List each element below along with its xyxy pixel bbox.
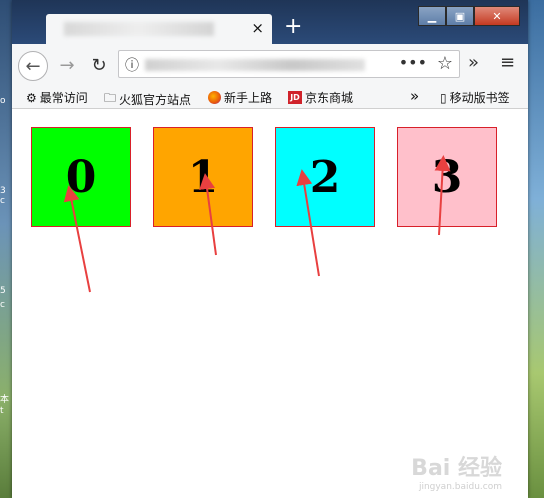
browser-window: × + ▁ ▣ ✕ ← → ↻ ⓘ ••• ☆ » ≡ ⚙ 最常访问 🗀 火狐官… [12,0,528,498]
bookmark-label: 新手上路 [224,91,273,105]
box-label: 0 [65,151,97,203]
url-bar[interactable]: ⓘ ••• ☆ [118,50,460,78]
site-info-icon[interactable]: ⓘ [125,55,139,75]
hamburger-menu-icon[interactable]: ≡ [500,52,515,73]
forward-button[interactable]: → [54,52,80,78]
new-tab-button[interactable]: + [284,14,302,40]
active-tab[interactable]: × [46,14,272,44]
desktop-right-edge [526,0,544,498]
bookmark-most-visited[interactable]: ⚙ 最常访问 [26,89,88,106]
maximize-button[interactable]: ▣ [446,6,474,26]
color-box-3: 3 [397,127,497,227]
bookmark-label: 最常访问 [39,91,88,105]
box-label: 1 [187,151,219,203]
desktop-left-edge: o 3 c 5 c 本 t [0,0,12,498]
bookmark-getting-started[interactable]: 新手上路 [208,89,272,106]
bookmark-label: 移动版书签 [449,91,510,105]
color-box-1: 1 [153,127,253,227]
mobile-bookmarks[interactable]: ▯ 移动版书签 [440,89,510,106]
bookmark-jd[interactable]: JD 京东商城 [288,89,353,106]
color-box-2: 2 [275,127,375,227]
box-label: 2 [309,151,341,203]
jd-icon: JD [288,91,302,104]
back-button[interactable]: ← [18,51,48,81]
tab-close-icon[interactable]: × [251,19,264,37]
minimize-button[interactable]: ▁ [418,6,446,26]
box-label: 3 [431,151,463,203]
phone-icon: ▯ [440,90,447,105]
navigation-toolbar: ← → ↻ ⓘ ••• ☆ » ≡ [12,44,528,86]
firefox-icon [208,91,221,104]
page-content: 0 1 2 3 Bai 经验 jingyan.baidu.com [12,109,528,498]
color-box-0: 0 [31,127,131,227]
bookmark-label: 火狐官方站点 [119,93,192,107]
bookmarks-overflow-icon[interactable]: » [410,87,419,105]
bookmark-official-site[interactable]: 🗀 火狐官方站点 [104,89,191,110]
close-window-button[interactable]: ✕ [474,6,520,26]
bookmark-label: 京东商城 [305,91,354,105]
bookmark-star-icon[interactable]: ☆ [437,53,453,74]
reload-button[interactable]: ↻ [86,52,112,78]
url-text-redacted [145,59,365,71]
tab-title-redacted [64,22,214,36]
tab-strip: × + ▁ ▣ ✕ [12,0,528,44]
toolbar-overflow-icon[interactable]: » [468,52,479,73]
watermark: Bai 经验 jingyan.baidu.com [411,456,502,492]
page-actions-icon[interactable]: ••• [399,53,427,72]
gear-icon: ⚙ [26,90,37,105]
window-controls: ▁ ▣ ✕ [418,6,520,26]
bookmarks-toolbar: ⚙ 最常访问 🗀 火狐官方站点 新手上路 JD 京东商城 » ▯ 移动版书签 [12,86,528,109]
folder-icon: 🗀 [104,91,117,105]
